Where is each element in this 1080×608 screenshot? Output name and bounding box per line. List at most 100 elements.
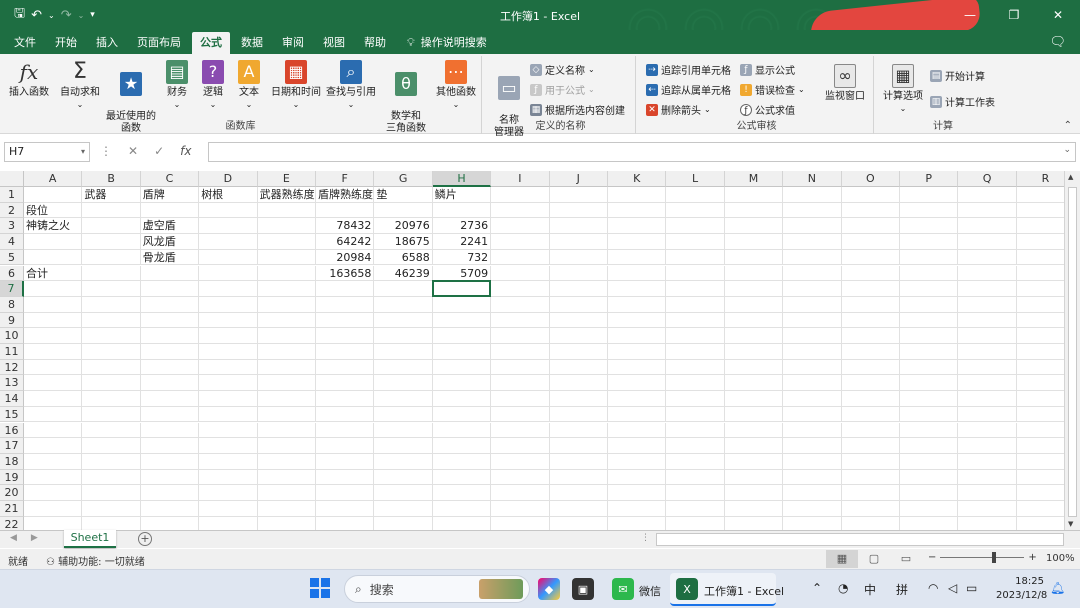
cell-k13[interactable] (608, 375, 667, 392)
cell-i12[interactable] (491, 359, 550, 376)
cell-r20[interactable] (1016, 485, 1064, 501)
cell-a3[interactable]: 神铸之火 (24, 218, 83, 235)
cell-f11[interactable] (316, 344, 375, 360)
cell-c17[interactable] (140, 438, 200, 454)
cell-k1[interactable] (608, 187, 667, 203)
page-layout-view-icon[interactable]: ▢ (858, 550, 890, 568)
cell-o9[interactable] (841, 312, 900, 329)
zoom-slider[interactable]: − + (928, 552, 1037, 563)
cell-g15[interactable] (374, 406, 433, 423)
cell-n11[interactable] (783, 344, 842, 360)
cell-k16[interactable] (608, 422, 667, 439)
wifi-icon[interactable]: ◠ (928, 581, 938, 595)
cell-e14[interactable] (257, 391, 316, 407)
cell-b2[interactable] (82, 202, 141, 219)
cell-f4[interactable]: 64242 (316, 234, 375, 250)
cell-h9[interactable] (432, 312, 492, 329)
cell-q20[interactable] (958, 485, 1017, 501)
cell-c13[interactable] (140, 375, 200, 392)
cell-b19[interactable] (82, 469, 141, 486)
create-from-selection-button[interactable]: ▦ 根据所选内容创建 (530, 102, 625, 117)
error-checking-button[interactable]: ! 错误检查 ⌄ (740, 82, 805, 97)
cell-p11[interactable] (900, 344, 959, 360)
column-header-d[interactable]: D (199, 171, 258, 187)
cell-i14[interactable] (491, 391, 550, 407)
cell-j13[interactable] (549, 375, 608, 392)
cell-e17[interactable] (257, 438, 316, 454)
column-header-k[interactable]: K (608, 171, 667, 187)
cell-b22[interactable] (82, 516, 141, 530)
cell-f21[interactable] (316, 501, 375, 517)
cell-h12[interactable] (432, 359, 492, 376)
cell-p9[interactable] (900, 312, 959, 329)
cell-f19[interactable] (316, 469, 375, 486)
cell-n14[interactable] (783, 391, 842, 407)
cell-e19[interactable] (257, 469, 316, 486)
cell-b11[interactable] (82, 344, 141, 360)
cell-h18[interactable] (432, 453, 492, 470)
scroll-thumb[interactable] (1068, 187, 1077, 517)
cell-h3[interactable]: 2736 (432, 218, 492, 235)
cell-m4[interactable] (724, 234, 784, 250)
cell-p17[interactable] (900, 438, 959, 454)
cell-f22[interactable] (316, 516, 375, 530)
cell-l21[interactable] (666, 501, 725, 517)
cell-j9[interactable] (549, 312, 608, 329)
cell-f8[interactable] (316, 296, 375, 313)
cell-a20[interactable] (24, 485, 83, 501)
column-header-l[interactable]: L (666, 171, 725, 187)
cell-b8[interactable] (82, 296, 141, 313)
cell-j1[interactable] (549, 187, 608, 203)
cell-g13[interactable] (374, 375, 433, 392)
battery-icon[interactable]: ▭ (966, 581, 977, 595)
cell-l22[interactable] (666, 516, 725, 530)
cell-o12[interactable] (841, 359, 900, 376)
cell-d14[interactable] (199, 391, 258, 407)
row-header-22[interactable]: 22 (0, 516, 24, 530)
cell-i11[interactable] (491, 344, 550, 360)
column-header-g[interactable]: G (374, 171, 433, 187)
cell-j18[interactable] (549, 453, 608, 470)
cell-i13[interactable] (491, 375, 550, 392)
cell-l11[interactable] (666, 344, 725, 360)
cell-m3[interactable] (724, 218, 784, 235)
cell-c3[interactable]: 虚空盾 (140, 218, 200, 235)
cell-k14[interactable] (608, 391, 667, 407)
cell-r8[interactable] (1016, 297, 1064, 313)
row-header-17[interactable]: 17 (0, 438, 24, 454)
recently-used-button[interactable]: ★ 最近使用的 函数 (104, 58, 158, 147)
cell-o1[interactable] (841, 187, 900, 203)
cell-o22[interactable] (842, 516, 900, 530)
cell-g3[interactable]: 20976 (374, 218, 433, 235)
cell-e10[interactable] (257, 328, 316, 344)
cell-q7[interactable] (958, 281, 1017, 297)
fx-icon[interactable]: fx (180, 144, 191, 158)
more-functions-button[interactable]: ⋯ 其他函数 ⌄ (434, 58, 478, 111)
zoom-in-icon[interactable]: + (1028, 552, 1036, 563)
cell-r19[interactable] (1016, 470, 1064, 486)
cell-i16[interactable] (491, 422, 550, 439)
cell-j12[interactable] (549, 359, 608, 376)
column-header-h[interactable]: H (432, 171, 492, 187)
cell-i4[interactable] (491, 234, 550, 250)
cell-k4[interactable] (608, 234, 667, 250)
cell-k15[interactable] (608, 406, 667, 423)
cell-k9[interactable] (608, 312, 667, 329)
cell-a5[interactable] (24, 249, 83, 266)
cell-o8[interactable] (841, 296, 900, 313)
cell-g9[interactable] (374, 312, 433, 329)
cell-a22[interactable] (24, 516, 83, 530)
cell-p10[interactable] (900, 328, 959, 344)
cell-a16[interactable] (24, 422, 83, 439)
cell-a21[interactable] (24, 501, 83, 517)
cell-g11[interactable] (374, 344, 433, 360)
cell-h16[interactable] (432, 422, 492, 439)
autosum-button[interactable]: Σ 自动求和 ⌄ (58, 58, 102, 111)
cell-f9[interactable] (316, 312, 375, 329)
cell-p3[interactable] (900, 218, 959, 235)
cell-j8[interactable] (549, 296, 608, 313)
cell-a7[interactable] (24, 281, 83, 297)
cell-g12[interactable] (374, 359, 433, 376)
cell-b17[interactable] (82, 438, 141, 454)
cell-q2[interactable] (958, 202, 1017, 219)
